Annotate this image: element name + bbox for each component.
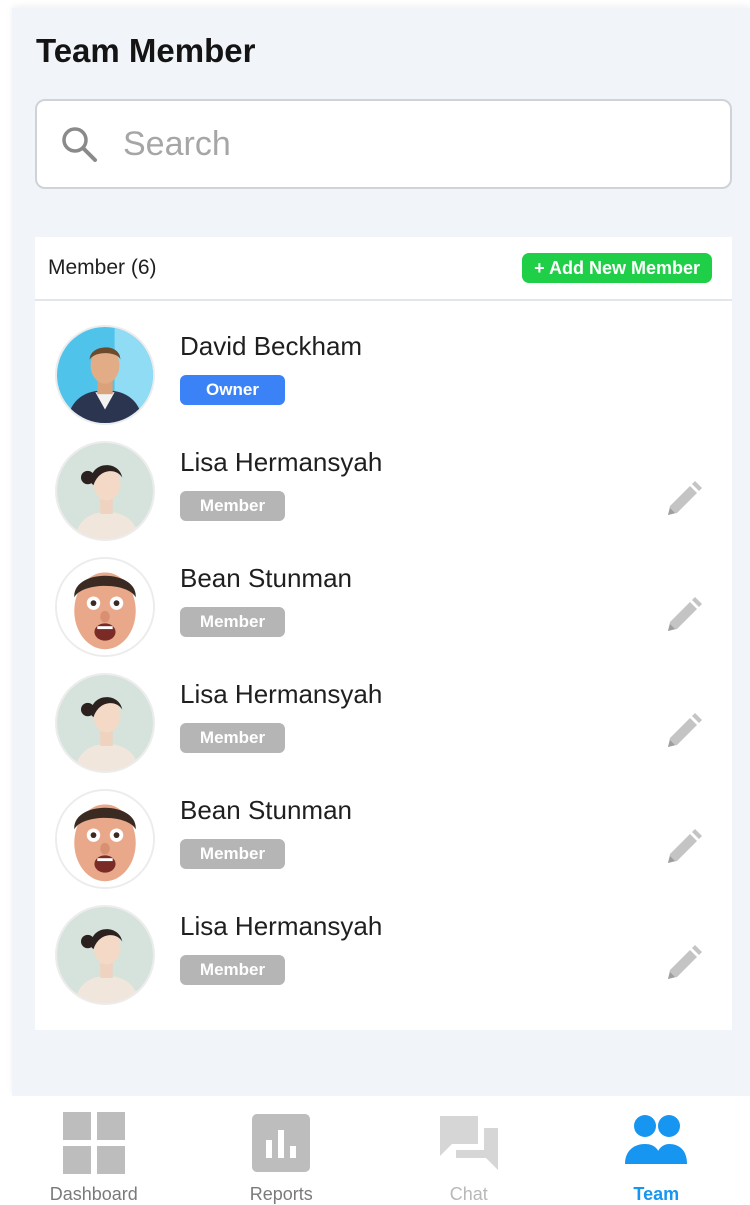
avatar [55, 325, 155, 425]
nav-item-chat[interactable]: Chat [375, 1096, 563, 1205]
pencil-icon [668, 713, 702, 747]
avatar [55, 905, 155, 1005]
member-row[interactable]: David Beckham Owner [35, 325, 732, 437]
avatar [55, 789, 155, 889]
edit-member-button[interactable] [662, 943, 704, 985]
nav-label: Dashboard [49, 1184, 138, 1204]
nav-label: Chat [449, 1184, 488, 1204]
dashboard-icon [62, 1112, 125, 1174]
edit-member-button[interactable] [662, 595, 704, 637]
add-new-member-button[interactable]: + Add New Member [522, 253, 712, 283]
member-name: Bean Stunman [180, 795, 353, 825]
chat-icon [438, 1112, 500, 1174]
pencil-icon [668, 829, 702, 863]
member-panel-header: Member (6) + Add New Member [35, 237, 732, 301]
search-input[interactable] [123, 124, 683, 164]
role-badge: Member [180, 723, 285, 753]
page-title: Team Member [36, 32, 256, 69]
pencil-icon [668, 945, 702, 979]
role-badge: Owner [180, 375, 285, 405]
team-icon [625, 1112, 688, 1174]
role-badge: Member [180, 491, 285, 521]
avatar [55, 557, 155, 657]
member-row[interactable]: Lisa Hermansyah Member [35, 905, 732, 1017]
member-row[interactable]: Lisa Hermansyah Member [35, 673, 732, 785]
member-name: Lisa Hermansyah [180, 679, 383, 709]
member-name: Lisa Hermansyah [180, 911, 383, 941]
member-row[interactable]: Bean Stunman Member [35, 789, 732, 901]
member-name: David Beckham [180, 331, 363, 361]
search-box[interactable] [35, 99, 732, 189]
member-row[interactable]: Bean Stunman Member [35, 557, 732, 669]
member-name: Lisa Hermansyah [180, 447, 383, 477]
reports-icon [250, 1112, 312, 1174]
member-name: Bean Stunman [180, 563, 353, 593]
team-member-screen: Team Member Member (6) + Add New Member … [12, 8, 750, 1096]
member-panel: Member (6) + Add New Member David Beckha… [35, 237, 732, 1030]
nav-item-team[interactable]: Team [563, 1096, 750, 1205]
edit-member-button[interactable] [662, 827, 704, 869]
nav-label: Team [633, 1184, 680, 1204]
member-row[interactable]: Lisa Hermansyah Member [35, 441, 732, 553]
avatar [55, 441, 155, 541]
pencil-icon [668, 481, 702, 515]
pencil-icon [668, 597, 702, 631]
role-badge: Member [180, 607, 285, 637]
search-icon [62, 127, 97, 162]
nav-item-dashboard[interactable]: Dashboard [0, 1096, 188, 1205]
nav-item-reports[interactable]: Reports [188, 1096, 376, 1205]
member-count-label: Member (6) [48, 256, 157, 279]
avatar [55, 673, 155, 773]
edit-member-button[interactable] [662, 711, 704, 753]
nav-label: Reports [249, 1184, 313, 1204]
bottom-navigation: Dashboard Reports Chat Team [0, 1096, 750, 1205]
edit-member-button[interactable] [662, 479, 704, 521]
role-badge: Member [180, 839, 285, 869]
role-badge: Member [180, 955, 285, 985]
